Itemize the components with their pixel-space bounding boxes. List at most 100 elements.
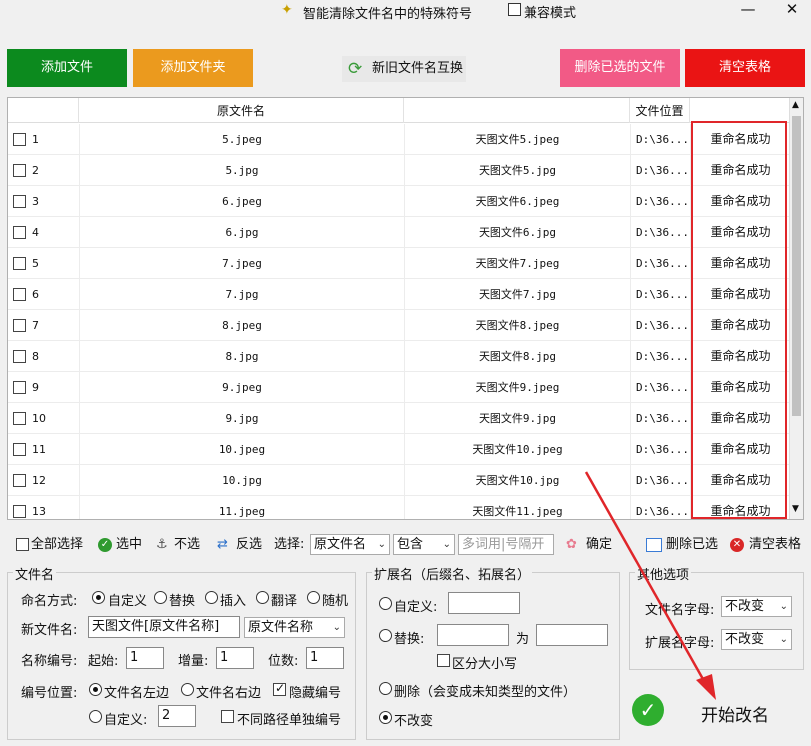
row-number: 9 [32,381,39,394]
row-checkbox[interactable] [13,443,26,456]
start-rename-button[interactable]: ✓ 开始改名 [629,684,804,740]
pos-custom-radio[interactable] [89,710,102,723]
row-checkbox[interactable] [13,505,26,518]
start-input[interactable]: 1 [126,647,164,669]
invert-button[interactable]: 反选 [236,537,262,553]
confirm-button[interactable]: 确定 [586,537,612,553]
new-name-cell: 天图文件6.jpg [404,217,630,248]
table-row[interactable]: 10 9.jpg 天图文件9.jpg D:\36... 重命名成功 [8,403,790,434]
scroll-up-icon[interactable]: ▲ [792,100,799,110]
field-select[interactable]: 原文件名 ⌄ [310,534,390,555]
filename-case-select[interactable]: 不改变 ⌄ [721,596,792,617]
row-checkbox[interactable] [13,195,26,208]
mode-insert-radio[interactable] [205,591,218,604]
add-file-button[interactable]: 添加文件 [7,49,127,87]
swap-names-button[interactable]: ⟳ 新旧文件名互换 [342,56,466,82]
ext-replace-from-input[interactable] [437,624,509,646]
table-row[interactable]: 12 10.jpg 天图文件10.jpg D:\36... 重命名成功 [8,465,790,496]
delete-selected-files-button[interactable]: 删除已选的文件 [560,49,680,87]
clear-table-button[interactable]: 清空表格 [685,49,805,87]
pos-left-label[interactable]: 文件名左边 [104,682,169,701]
file-table[interactable]: 原文件名 文件位置 1 5.jpeg 天图文件5.jpeg D:\36... 重命名成功… [7,97,804,520]
header-location[interactable]: 文件位置 [630,98,690,123]
mode-replace-label[interactable]: 替换 [169,590,195,609]
match-select[interactable]: 包含 ⌄ [393,534,455,555]
row-checkbox[interactable] [13,226,26,239]
table-row[interactable]: 1 5.jpeg 天图文件5.jpeg D:\36... 重命名成功 [8,124,790,155]
header-original-name[interactable]: 原文件名 [79,98,404,123]
case-sensitive-checkbox[interactable] [437,654,450,667]
pos-custom-label[interactable]: 自定义: [104,709,147,728]
row-checkbox[interactable] [13,164,26,177]
table-row[interactable]: 6 7.jpg 天图文件7.jpg D:\36... 重命名成功 [8,279,790,310]
ext-case-label: 扩展名字母: [645,636,715,651]
row-checkbox[interactable] [13,319,26,332]
scroll-down-icon[interactable]: ▼ [792,504,799,514]
select-all-checkbox[interactable] [16,538,29,551]
mode-insert-label[interactable]: 插入 [220,590,246,609]
row-checkbox[interactable] [13,133,26,146]
table-row[interactable]: 3 6.jpeg 天图文件6.jpeg D:\36... 重命名成功 [8,186,790,217]
scroll-thumb[interactable] [792,116,801,416]
increment-input[interactable]: 1 [216,647,254,669]
mode-translate-label[interactable]: 翻译 [271,590,297,609]
mode-translate-radio[interactable] [256,591,269,604]
row-checkbox[interactable] [13,381,26,394]
table-row[interactable]: 13 11.jpeg 天图文件11.jpeg D:\36... 重命名成功 [8,496,790,519]
mode-replace-radio[interactable] [154,591,167,604]
ext-replace-radio[interactable] [379,629,392,642]
delete-selected-button[interactable]: 删除已选 [666,537,718,553]
close-button[interactable]: ✕ [782,0,802,18]
ext-custom-input[interactable] [448,592,520,614]
deselect-button[interactable]: 不选 [174,537,200,553]
hide-number-label[interactable]: 隐藏编号 [289,682,341,701]
ext-replace-label[interactable]: 替换: [394,628,424,647]
digits-input[interactable]: 1 [306,647,344,669]
new-name-input[interactable]: 天图文件[原文件名称] [88,616,240,638]
ext-no-change-label[interactable]: 不改变 [394,710,433,729]
hide-number-checkbox[interactable] [273,681,286,696]
table-row[interactable]: 11 10.jpeg 天图文件10.jpeg D:\36... 重命名成功 [8,434,790,465]
pos-left-radio[interactable] [89,683,102,696]
add-folder-button[interactable]: 添加文件夹 [133,49,253,87]
row-checkbox[interactable] [13,412,26,425]
table-row[interactable]: 2 5.jpg 天图文件5.jpg D:\36... 重命名成功 [8,155,790,186]
compat-mode-checkbox[interactable] [508,3,521,16]
table-body: 1 5.jpeg 天图文件5.jpeg D:\36... 重命名成功 2 5.jpg 天图文件… [8,124,790,519]
mode-custom-radio[interactable] [92,591,105,604]
new-name-select[interactable]: 原文件名称 ⌄ [244,617,345,638]
keyword-input[interactable]: 多词用|号隔开 [458,534,554,555]
mode-custom-label[interactable]: 自定义 [108,590,147,609]
ext-delete-radio[interactable] [379,682,392,695]
pos-right-radio[interactable] [181,683,194,696]
table-row[interactable]: 4 6.jpg 天图文件6.jpg D:\36... 重命名成功 [8,217,790,248]
row-checkbox[interactable] [13,257,26,270]
table-row[interactable]: 9 9.jpeg 天图文件9.jpeg D:\36... 重命名成功 [8,372,790,403]
case-sensitive-label[interactable]: 区分大小写 [452,653,517,672]
clear-table-toolbar-button[interactable]: 清空表格 [749,537,801,553]
ext-no-change-radio[interactable] [379,711,392,724]
minimize-button[interactable]: — [738,0,758,18]
ext-delete-label[interactable]: 删除（会变成未知类型的文件） [394,681,576,700]
row-checkbox[interactable] [13,474,26,487]
ext-case-select[interactable]: 不改变 ⌄ [721,629,792,650]
header-status[interactable] [690,98,790,123]
table-scrollbar[interactable]: ▲ ▼ [789,98,803,519]
table-row[interactable]: 7 8.jpeg 天图文件8.jpeg D:\36... 重命名成功 [8,310,790,341]
ext-custom-radio[interactable] [379,597,392,610]
custom-position-input[interactable]: 2 [158,705,196,727]
row-checkbox[interactable] [13,350,26,363]
select-all-label[interactable]: 全部选择 [31,537,83,553]
mode-random-radio[interactable] [307,591,320,604]
row-checkbox[interactable] [13,288,26,301]
pos-right-label[interactable]: 文件名右边 [196,682,261,701]
separate-numbering-checkbox[interactable] [221,710,234,723]
header-new-name[interactable] [404,98,630,123]
separate-numbering-label[interactable]: 不同路径单独编号 [237,709,341,728]
mode-random-label[interactable]: 随机 [322,590,348,609]
ext-custom-label[interactable]: 自定义: [394,596,437,615]
table-row[interactable]: 5 7.jpeg 天图文件7.jpeg D:\36... 重命名成功 [8,248,790,279]
ext-replace-to-input[interactable] [536,624,608,646]
table-row[interactable]: 8 8.jpg 天图文件8.jpg D:\36... 重命名成功 [8,341,790,372]
select-button[interactable]: 选中 [116,537,142,553]
